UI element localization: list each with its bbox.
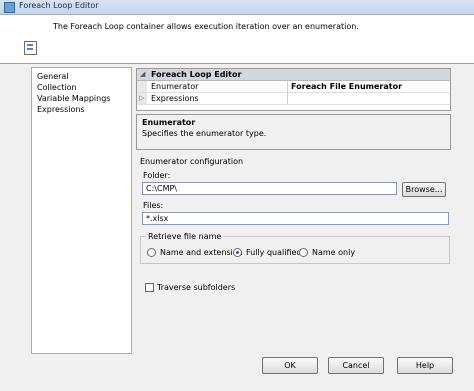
radio-button[interactable] <box>233 248 242 257</box>
ok-button[interactable]: OK <box>262 357 318 374</box>
header-banner: The Foreach Loop container allows execut… <box>0 15 474 64</box>
help-button[interactable]: Help <box>397 357 453 374</box>
folder-label: Folder: <box>143 171 171 180</box>
radio-name-only[interactable]: Name only <box>299 248 355 257</box>
title-bar: Foreach Loop Editor <box>0 0 474 15</box>
files-input[interactable] <box>143 213 448 224</box>
nav-item-expressions[interactable]: Expressions <box>37 105 85 114</box>
property-row-expressions[interactable]: ▷ Expressions <box>137 93 450 105</box>
page-navigation: General Collection Variable Mappings Exp… <box>31 67 132 354</box>
radio-button[interactable] <box>299 248 308 257</box>
traverse-subfolders-label: Traverse subfolders <box>157 283 236 292</box>
property-category-label: Foreach Loop Editor <box>151 70 242 79</box>
property-description-panel: Enumerator Specifies the enumerator type… <box>136 114 451 150</box>
retrieve-file-name-group: Retrieve file name Name and extension Fu… <box>140 232 450 264</box>
property-category-header[interactable]: ◢ Foreach Loop Editor <box>137 69 450 81</box>
radio-name-and-extension[interactable]: Name and extension <box>147 248 243 257</box>
folder-input[interactable] <box>143 183 396 194</box>
nav-item-variable-mappings[interactable]: Variable Mappings <box>37 94 110 103</box>
folder-field-box <box>142 182 397 195</box>
property-grid: ◢ Foreach Loop Editor Enumerator Foreach… <box>136 68 451 111</box>
property-name: Expressions <box>151 94 199 103</box>
property-value[interactable]: Foreach File Enumerator <box>291 82 402 91</box>
traverse-subfolders-checkbox[interactable] <box>145 283 154 292</box>
expand-icon[interactable]: ▷ <box>139 94 144 102</box>
property-name: Enumerator <box>151 82 199 91</box>
browse-button[interactable]: Browse... <box>402 182 446 197</box>
collapse-icon[interactable]: ◢ <box>140 70 145 78</box>
description-text: Specifies the enumerator type. <box>142 129 267 138</box>
header-description: The Foreach Loop container allows execut… <box>53 22 359 31</box>
description-title: Enumerator <box>142 118 196 127</box>
cancel-button[interactable]: Cancel <box>328 357 384 374</box>
nav-item-general[interactable]: General <box>37 72 69 81</box>
nav-item-collection[interactable]: Collection <box>37 83 77 92</box>
files-field-box <box>142 212 449 225</box>
window-icon <box>4 2 15 13</box>
window-title: Foreach Loop Editor <box>19 1 99 10</box>
retrieve-file-name-label: Retrieve file name <box>146 232 224 241</box>
radio-label: Name only <box>312 248 356 257</box>
enumerator-config-label: Enumerator configuration <box>140 157 244 166</box>
files-label: Files: <box>143 201 164 210</box>
property-row-enumerator[interactable]: Enumerator Foreach File Enumerator <box>137 81 450 93</box>
foreach-loop-icon <box>24 41 37 55</box>
radio-button[interactable] <box>147 248 156 257</box>
radio-label: Name and extension <box>160 248 243 257</box>
radio-label: Fully qualified <box>246 248 302 257</box>
radio-fully-qualified[interactable]: Fully qualified <box>233 248 302 257</box>
